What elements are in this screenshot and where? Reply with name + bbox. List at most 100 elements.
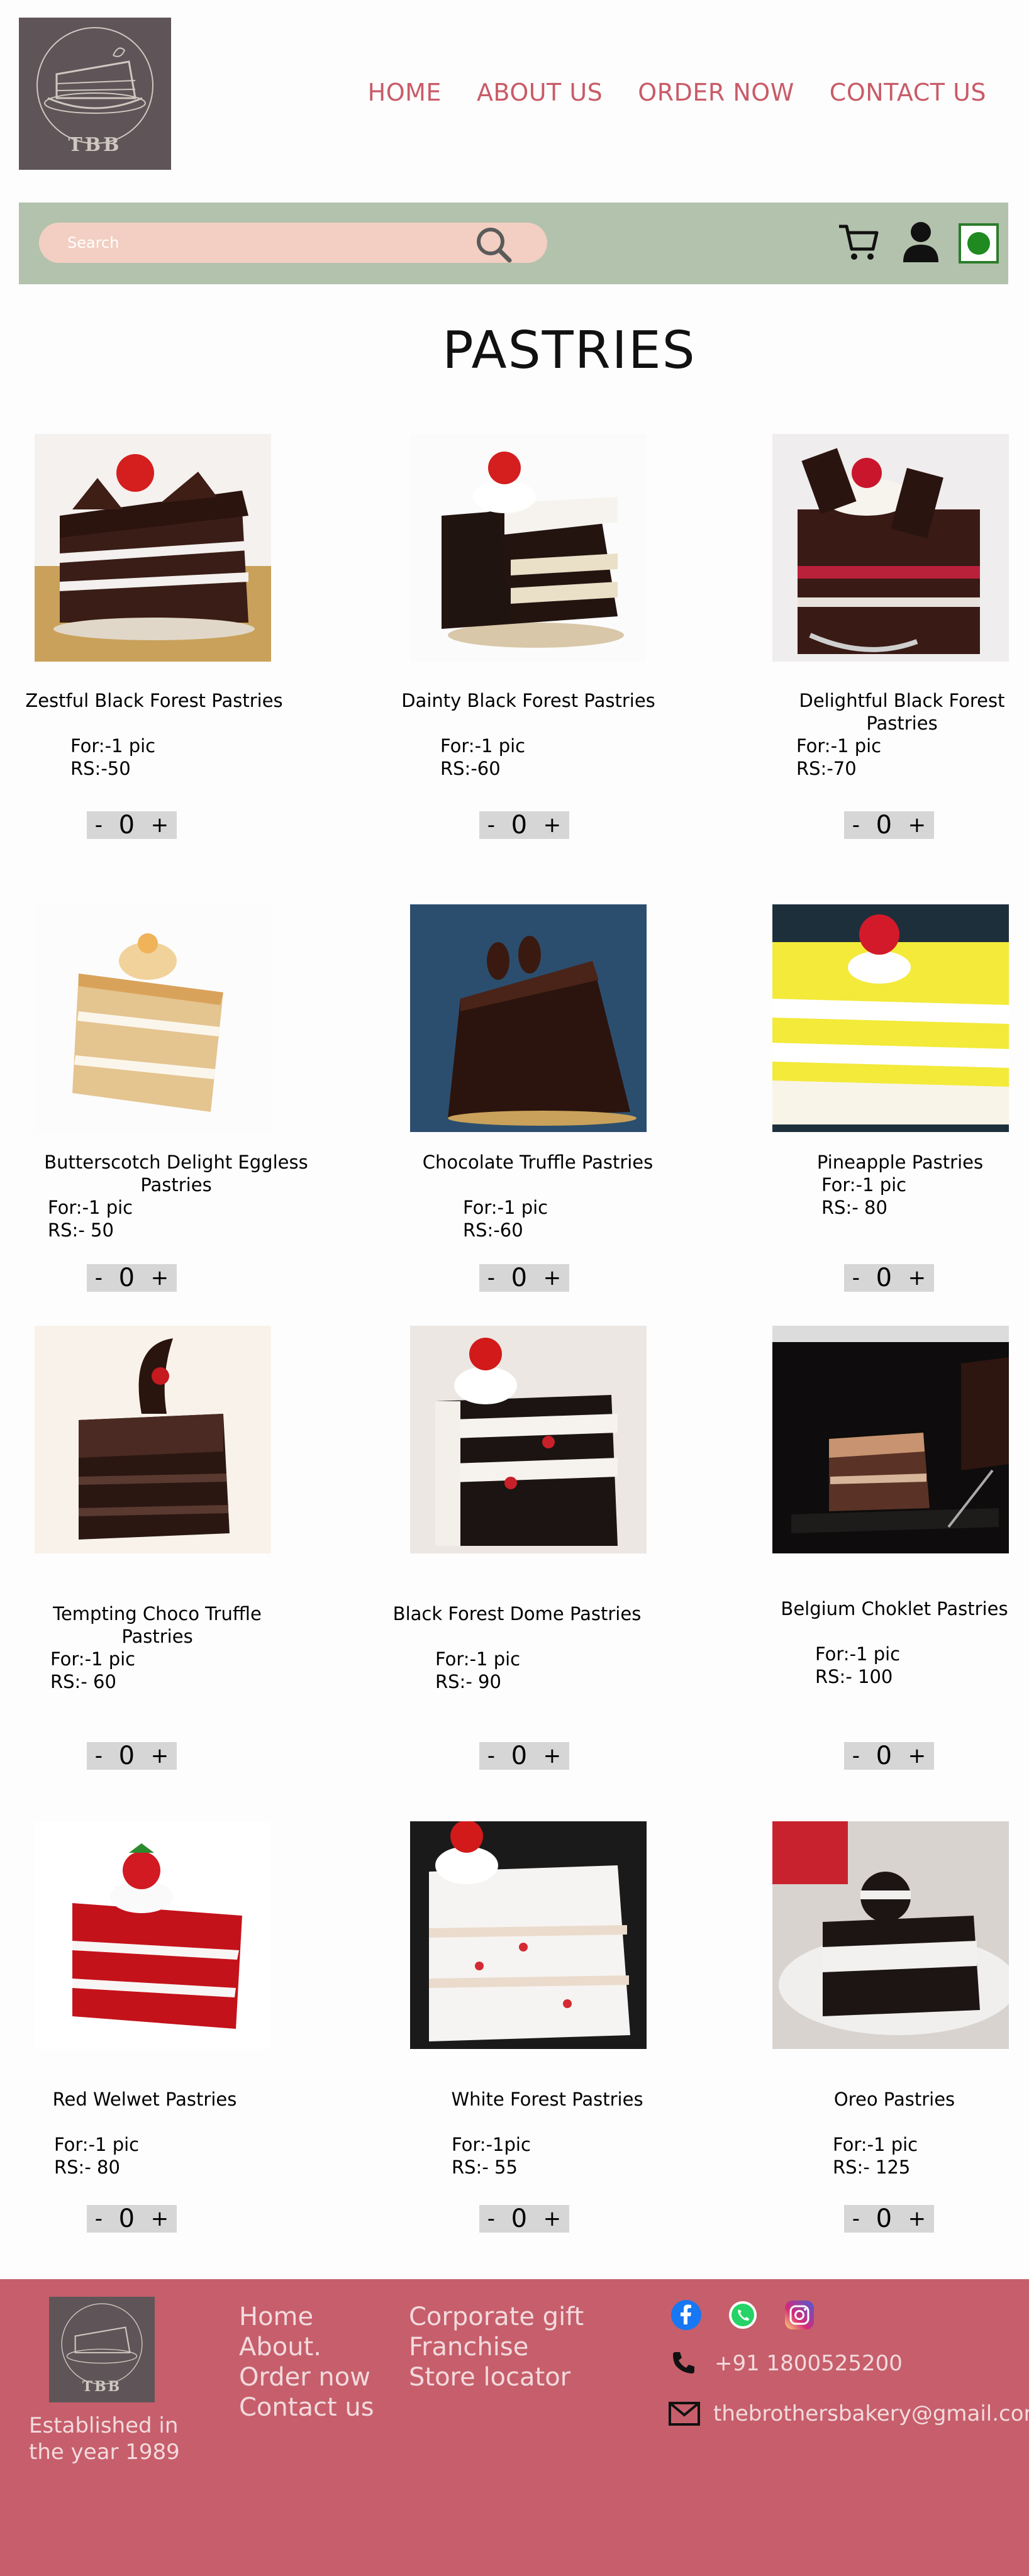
footer-logo-text: TBB bbox=[82, 2379, 122, 2395]
toggle-icon[interactable] bbox=[959, 223, 999, 264]
product-price: RS:- 125 bbox=[833, 2157, 911, 2178]
decrease-button[interactable]: - bbox=[487, 1742, 495, 1770]
decrease-button[interactable]: - bbox=[487, 2205, 495, 2233]
product-price: RS:-50 bbox=[70, 758, 131, 779]
product-name: Delightful Black Forest Pastries bbox=[799, 690, 1005, 734]
increase-button[interactable]: + bbox=[908, 1264, 926, 1292]
nav-contact-us[interactable]: CONTACT US bbox=[830, 79, 986, 106]
quantity-value: 0 bbox=[876, 1263, 893, 1292]
facebook-icon[interactable] bbox=[670, 2299, 702, 2331]
cart-icon[interactable] bbox=[837, 220, 881, 264]
product-for: For:-1 pic bbox=[70, 735, 156, 757]
increase-button[interactable]: + bbox=[543, 1742, 562, 1770]
product-image[interactable] bbox=[410, 434, 647, 662]
product-price: RS:-60 bbox=[463, 1219, 523, 1241]
decrease-button[interactable]: - bbox=[487, 1264, 495, 1292]
product-for: For:-1 pic bbox=[440, 735, 526, 757]
footer-link-store-locator[interactable]: Store locator bbox=[409, 2362, 584, 2392]
quantity-stepper: -0 + bbox=[87, 811, 177, 839]
product-image[interactable] bbox=[410, 904, 647, 1132]
quantity-stepper: -0 + bbox=[87, 1742, 177, 1770]
decrease-button[interactable]: - bbox=[95, 1742, 103, 1770]
search-field bbox=[39, 223, 547, 263]
decrease-button[interactable]: - bbox=[95, 811, 103, 839]
increase-button[interactable]: + bbox=[543, 2205, 562, 2233]
product-for: For:-1 pic bbox=[821, 1174, 907, 1196]
footer-link-order-now[interactable]: Order now bbox=[239, 2362, 374, 2392]
quantity-stepper: -0 + bbox=[479, 1264, 569, 1292]
footer-links-secondary: Corporate gift Franchise Store locator bbox=[409, 2302, 584, 2392]
product-image[interactable] bbox=[35, 434, 271, 662]
decrease-button[interactable]: - bbox=[852, 1742, 860, 1770]
footer-link-franchise[interactable]: Franchise bbox=[409, 2332, 584, 2362]
product-name: Tempting Choco Truffle Pastries bbox=[53, 1603, 262, 1647]
product-name: Zestful Black Forest Pastries bbox=[25, 690, 283, 711]
nav-order-now[interactable]: ORDER NOW bbox=[638, 79, 794, 106]
product-name: Black Forest Dome Pastries bbox=[392, 1603, 642, 1624]
footer-link-home[interactable]: Home bbox=[239, 2302, 374, 2332]
decrease-button[interactable]: - bbox=[852, 811, 860, 839]
product-price: RS:-70 bbox=[796, 758, 857, 779]
instagram-icon[interactable] bbox=[784, 2299, 815, 2331]
increase-button[interactable]: + bbox=[543, 1264, 562, 1292]
footer-link-contact-us[interactable]: Contact us bbox=[239, 2392, 374, 2423]
increase-button[interactable]: + bbox=[151, 1264, 169, 1292]
footer-logo[interactable]: TBB bbox=[49, 2297, 155, 2402]
quantity-value: 0 bbox=[876, 2204, 893, 2233]
increase-button[interactable]: + bbox=[908, 811, 926, 839]
increase-button[interactable]: + bbox=[151, 811, 169, 839]
main-nav: HOME ABOUT US ORDER NOW CONTACT US bbox=[368, 79, 986, 106]
footer-link-about[interactable]: About. bbox=[239, 2332, 374, 2362]
quantity-stepper: -0 + bbox=[479, 811, 569, 839]
quantity-value: 0 bbox=[511, 1741, 528, 1770]
product-image[interactable] bbox=[772, 1821, 1009, 2049]
decrease-button[interactable]: - bbox=[95, 2205, 103, 2233]
product-image[interactable] bbox=[410, 1821, 647, 2049]
decrease-button[interactable]: - bbox=[95, 1264, 103, 1292]
increase-button[interactable]: + bbox=[543, 811, 562, 839]
quantity-value: 0 bbox=[511, 2204, 528, 2233]
logo-text: TBB bbox=[68, 134, 122, 156]
established-text: Established in the year 1989 bbox=[29, 2413, 180, 2465]
product-for: For:-1 pic bbox=[435, 1648, 521, 1670]
user-icon[interactable] bbox=[899, 219, 942, 264]
increase-button[interactable]: + bbox=[908, 1742, 926, 1770]
phone-number[interactable]: +91 1800525200 bbox=[715, 2351, 903, 2376]
product-price: RS:-60 bbox=[440, 758, 501, 779]
quantity-value: 0 bbox=[511, 1263, 528, 1292]
product-for: For:-1 pic bbox=[463, 1197, 548, 1218]
product-price: RS:- 55 bbox=[452, 2157, 518, 2178]
whatsapp-icon[interactable] bbox=[727, 2299, 759, 2331]
product-image[interactable] bbox=[35, 1821, 271, 2049]
product-price: RS:- 50 bbox=[48, 1219, 114, 1241]
product-image[interactable] bbox=[35, 1326, 271, 1553]
product-for: For:-1 pic bbox=[50, 1648, 136, 1670]
quantity-value: 0 bbox=[876, 1741, 893, 1770]
product-image[interactable] bbox=[35, 904, 271, 1132]
product-image[interactable] bbox=[772, 904, 1009, 1132]
decrease-button[interactable]: - bbox=[487, 811, 495, 839]
increase-button[interactable]: + bbox=[151, 2205, 169, 2233]
product-price: RS:- 80 bbox=[821, 1197, 887, 1218]
decrease-button[interactable]: - bbox=[852, 1264, 860, 1292]
quantity-value: 0 bbox=[118, 2204, 135, 2233]
email-address[interactable]: thebrothersbakery@gmail.com bbox=[713, 2401, 1029, 2426]
product-image[interactable] bbox=[772, 434, 1009, 662]
nav-about-us[interactable]: ABOUT US bbox=[477, 79, 603, 106]
search-icon[interactable] bbox=[473, 224, 514, 265]
product-for: For:-1 pic bbox=[796, 735, 882, 757]
product-name: White Forest Pastries bbox=[451, 2089, 643, 2110]
decrease-button[interactable]: - bbox=[852, 2205, 860, 2233]
product-name: Belgium Choklet Pastries bbox=[781, 1598, 1008, 1619]
product-name: Red Welwet Pastries bbox=[52, 2089, 237, 2110]
product-for: For:-1 pic bbox=[815, 1643, 901, 1665]
product-image[interactable] bbox=[410, 1326, 647, 1553]
quantity-value: 0 bbox=[118, 1741, 135, 1770]
product-image[interactable] bbox=[772, 1326, 1009, 1553]
nav-home[interactable]: HOME bbox=[368, 79, 442, 106]
search-input[interactable] bbox=[67, 231, 470, 254]
logo[interactable]: TBB bbox=[19, 18, 171, 170]
increase-button[interactable]: + bbox=[151, 1742, 169, 1770]
footer-link-corporate-gift[interactable]: Corporate gift bbox=[409, 2302, 584, 2332]
increase-button[interactable]: + bbox=[908, 2205, 926, 2233]
